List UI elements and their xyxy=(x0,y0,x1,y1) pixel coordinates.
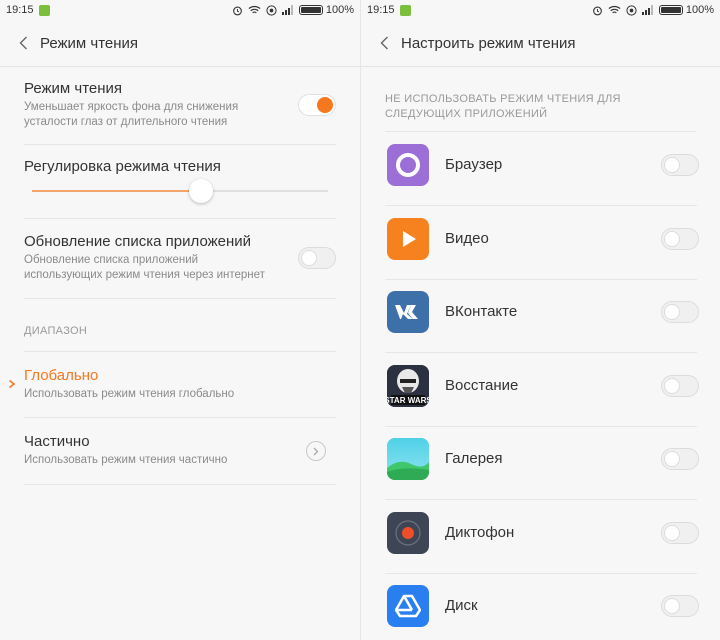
update-description: Обновление списка приложений использующи… xyxy=(24,254,265,281)
app-row[interactable]: ВКонтакте xyxy=(361,279,720,353)
star-wars-icon: STAR WARS xyxy=(387,364,429,407)
toggle-knob xyxy=(664,451,680,467)
title-bar: Режим чтения xyxy=(0,20,360,66)
global-description: Использовать режим чтения глобально xyxy=(24,388,235,400)
toggle-knob xyxy=(317,97,333,113)
toggle-knob xyxy=(664,377,680,394)
back-arrow-icon[interactable] xyxy=(377,36,391,50)
slider-fill xyxy=(32,190,201,192)
browser-icon xyxy=(387,144,429,186)
drive-icon xyxy=(387,585,429,627)
app-toggle[interactable] xyxy=(661,448,699,470)
battery-percent: 100% xyxy=(325,4,354,16)
r-badge-icon xyxy=(266,4,277,16)
video-icon xyxy=(387,217,429,260)
recorder-icon xyxy=(387,511,429,554)
app-row[interactable]: Браузер xyxy=(361,132,720,206)
row-divider xyxy=(24,298,336,299)
range-header: ДИАПАЗОН xyxy=(24,325,88,337)
status-time: 19:15 xyxy=(6,4,34,16)
status-bar: 19:15 100% xyxy=(361,0,720,20)
reading-mode-toggle[interactable] xyxy=(298,94,336,116)
partial-chevron-icon[interactable] xyxy=(306,441,326,461)
app-toggle[interactable] xyxy=(661,595,699,617)
page-title: Режим чтения xyxy=(40,34,139,52)
status-time: 19:15 xyxy=(367,4,395,16)
battery-icon xyxy=(658,5,683,15)
toggle-knob xyxy=(301,250,317,266)
global-label: Глобально xyxy=(24,367,99,384)
wifi-icon xyxy=(608,5,621,15)
title-divider xyxy=(361,66,720,67)
reading-level-slider[interactable] xyxy=(32,179,328,203)
toggle-knob xyxy=(664,157,680,173)
notification-icon xyxy=(399,4,411,16)
app-toggle[interactable] xyxy=(661,154,699,176)
reading-mode-screen: 19:15 100% Режим чтения Режим чтения Уме… xyxy=(0,0,360,640)
partial-label: Частично xyxy=(24,433,90,450)
row-divider xyxy=(24,417,336,418)
global-option[interactable]: Глобально Использовать режим чтения глоб… xyxy=(0,367,360,402)
r-badge-icon xyxy=(626,4,637,16)
battery-percent: 100% xyxy=(685,4,714,16)
gallery-icon xyxy=(387,438,429,480)
signal-icon xyxy=(641,5,654,15)
app-toggle[interactable] xyxy=(661,374,699,397)
app-row[interactable]: Диктофон xyxy=(361,500,720,574)
adjust-row: Регулировка режима чтения xyxy=(0,158,360,175)
app-toggle[interactable] xyxy=(661,301,699,323)
toggle-knob xyxy=(664,230,680,247)
row-divider xyxy=(24,351,336,352)
toggle-knob xyxy=(664,598,680,614)
alarm-icon xyxy=(592,5,603,16)
title-bar: Настроить режим чтения xyxy=(361,20,720,66)
alarm-icon xyxy=(232,5,243,16)
reading-mode-label: Режим чтения xyxy=(24,80,123,97)
toggle-knob xyxy=(664,304,680,320)
app-name: ВКонтакте xyxy=(445,303,518,320)
partial-description: Использовать режим чтения частично xyxy=(24,454,228,466)
app-row[interactable]: Галерея xyxy=(361,426,720,500)
app-name: Браузер xyxy=(445,156,503,173)
page-title: Настроить режим чтения xyxy=(401,34,576,52)
update-label: Обновление списка приложений xyxy=(24,233,252,250)
exclusion-header: НЕ ИСПОЛЬЗОВАТЬ РЕЖИМ ЧТЕНИЯ ДЛЯ СЛЕДУЮЩ… xyxy=(385,93,621,120)
app-name: Видео xyxy=(445,229,489,247)
adjust-label: Регулировка режима чтения xyxy=(24,158,221,175)
back-arrow-icon[interactable] xyxy=(16,36,30,50)
wifi-icon xyxy=(248,5,261,15)
app-name: Диктофон xyxy=(445,523,515,541)
app-row[interactable]: Диск xyxy=(361,573,720,640)
row-divider xyxy=(24,484,336,485)
vk-icon xyxy=(387,291,429,333)
battery-icon xyxy=(298,5,323,15)
toggle-knob xyxy=(664,524,680,541)
row-divider xyxy=(24,218,336,219)
customize-reading-mode-screen: 19:15 100% Настроить режим чтения НЕ ИСП… xyxy=(360,0,720,640)
app-row[interactable]: STAR WARS Восстание xyxy=(361,353,720,427)
update-toggle[interactable] xyxy=(298,247,336,269)
app-toggle[interactable] xyxy=(661,227,699,250)
notification-icon xyxy=(38,4,50,16)
app-row[interactable]: Видео xyxy=(361,206,720,280)
app-toggle[interactable] xyxy=(661,521,699,544)
signal-icon xyxy=(281,5,294,15)
status-bar: 19:15 100% xyxy=(0,0,360,20)
svg-text:STAR WARS: STAR WARS xyxy=(387,396,429,405)
slider-thumb[interactable] xyxy=(188,179,213,203)
row-divider xyxy=(24,144,336,145)
reading-mode-description: Уменьшает яркость фона для снижения уста… xyxy=(24,101,239,128)
app-name: Диск xyxy=(445,597,478,614)
app-name: Галерея xyxy=(445,450,503,467)
app-name: Восстание xyxy=(445,376,519,394)
title-divider xyxy=(0,66,360,67)
